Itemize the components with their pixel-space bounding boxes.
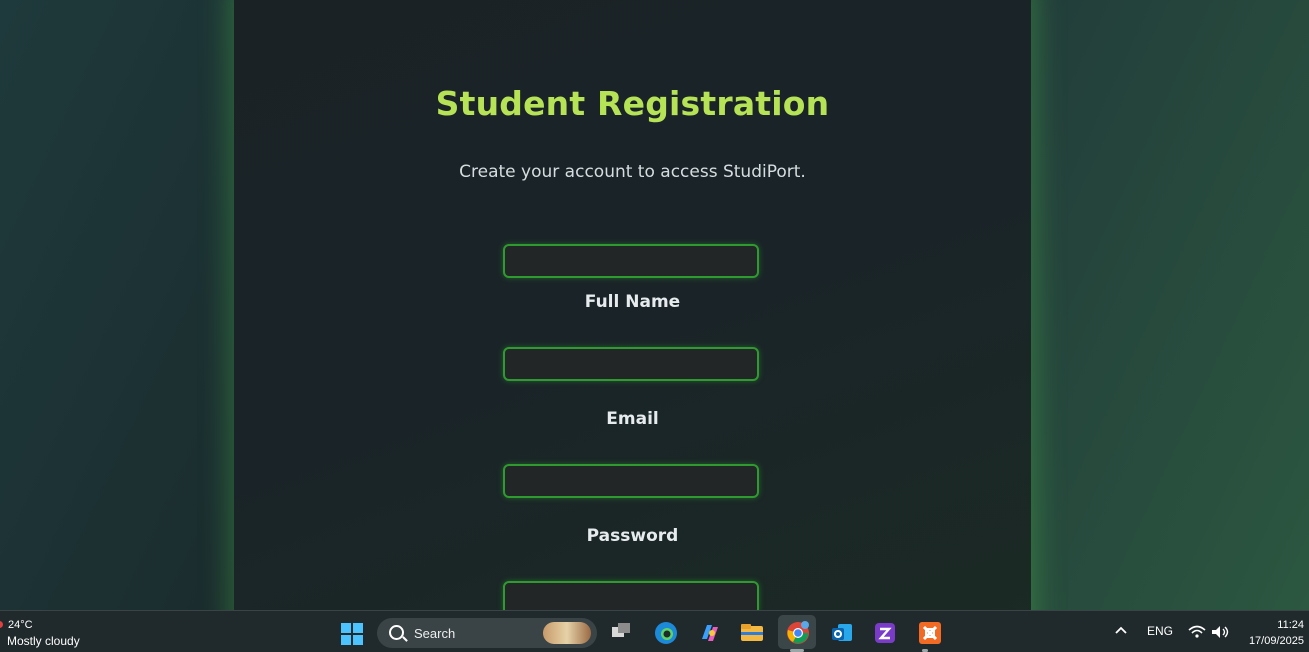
page-title: Student Registration xyxy=(435,84,830,123)
language-indicator[interactable]: ENG xyxy=(1147,624,1173,638)
file-explorer-icon[interactable] xyxy=(740,621,763,643)
registration-card: Student Registration Create your account… xyxy=(234,0,1031,610)
search-highlight-image xyxy=(543,622,591,644)
weather-icon xyxy=(0,621,3,628)
search-icon xyxy=(389,625,404,640)
outlook-icon[interactable] xyxy=(830,621,852,643)
wifi-icon[interactable] xyxy=(1188,625,1206,642)
chevron-up-icon[interactable] xyxy=(1114,623,1128,640)
task-view-icon[interactable] xyxy=(610,621,632,643)
copilot-icon[interactable] xyxy=(698,621,720,643)
xampp-icon[interactable] xyxy=(918,621,941,644)
page: Student Registration Create your account… xyxy=(0,0,1309,610)
windows-start-icon[interactable] xyxy=(341,623,363,645)
clock-time: 11:24 xyxy=(1277,619,1304,631)
chrome-icon[interactable] xyxy=(786,621,809,644)
edge-icon[interactable] xyxy=(654,621,677,644)
taskbar-search[interactable]: Search xyxy=(377,618,597,648)
weather-temp: 24°C xyxy=(8,619,33,631)
page-subtitle: Create your account to access StudiPort. xyxy=(459,162,806,182)
full-name-input[interactable] xyxy=(503,244,759,278)
email-label: Email xyxy=(606,409,659,429)
visual-studio-icon[interactable] xyxy=(873,621,895,643)
clock-date: 17/09/2025 xyxy=(1248,635,1304,647)
email-input[interactable] xyxy=(503,347,759,381)
password-label: Password xyxy=(586,526,679,546)
weather-desc: Mostly cloudy xyxy=(7,634,80,648)
taskbar: 24°C Mostly cloudy Search ENG 11:24 17/0… xyxy=(0,610,1309,652)
password-input[interactable] xyxy=(503,464,759,498)
search-label: Search xyxy=(414,626,456,641)
next-input[interactable] xyxy=(503,581,759,610)
full-name-label: Full Name xyxy=(584,292,681,312)
volume-icon[interactable] xyxy=(1211,625,1231,642)
system-clock[interactable]: 11:24 17/09/2025 xyxy=(1238,617,1304,649)
